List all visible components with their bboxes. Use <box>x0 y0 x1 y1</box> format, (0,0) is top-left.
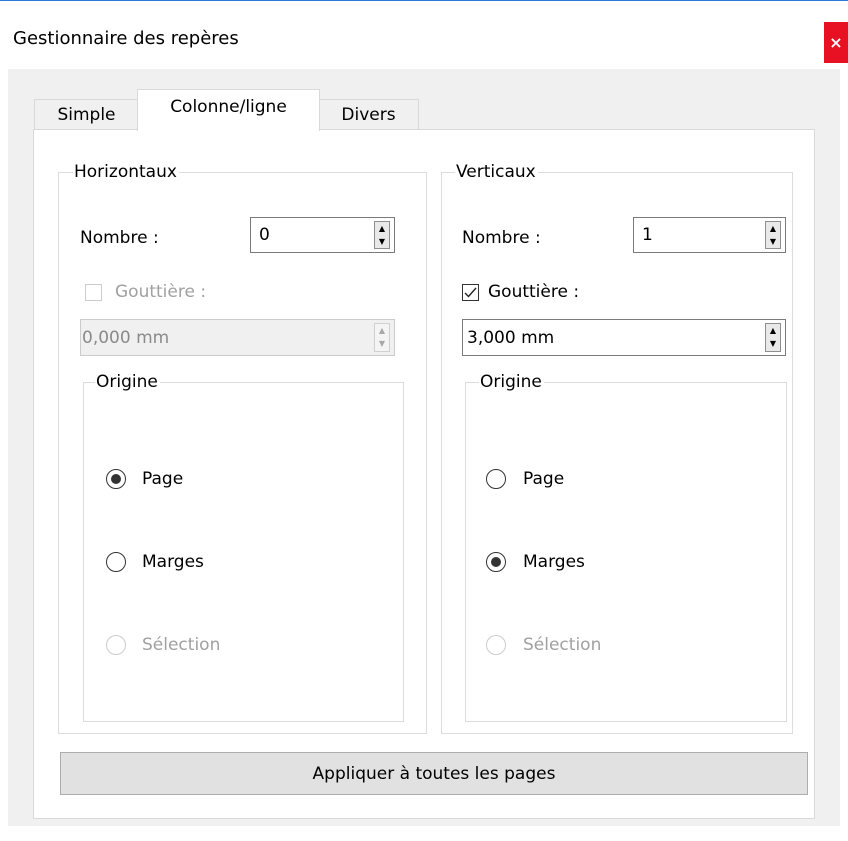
horizontal-count-spinbox[interactable]: 0 ▲ ▼ <box>250 217 395 253</box>
vertical-count-label: Nombre : <box>462 228 541 248</box>
horizontal-origin-page-label: Page <box>142 469 184 489</box>
dialog-window: Gestionnaire des repères × Simple Colonn… <box>0 0 848 841</box>
vertical-origin-page-radio[interactable] <box>486 469 506 489</box>
vertical-origin-marges-radio[interactable] <box>486 552 506 572</box>
horizontal-origin-page-radio[interactable] <box>106 469 126 489</box>
spin-down-icon[interactable]: ▼ <box>766 235 780 248</box>
close-button[interactable]: × <box>824 22 848 63</box>
check-icon <box>464 287 477 298</box>
spin-down-icon[interactable]: ▼ <box>766 338 780 352</box>
tab-colonne-ligne-label: Colonne/ligne <box>170 96 287 117</box>
vertical-gutter-spinbox[interactable]: 3,000 mm ▲ ▼ <box>462 319 786 356</box>
window-title: Gestionnaire des repères <box>13 28 239 49</box>
vertical-count-spin-buttons[interactable]: ▲ ▼ <box>765 221 781 249</box>
vertical-origin-label: Origine <box>479 372 544 392</box>
horizontal-group-label: Horizontaux <box>73 162 179 182</box>
horizontal-gutter-value: 0,000 mm <box>82 327 170 348</box>
spin-down-icon[interactable]: ▼ <box>375 338 389 352</box>
horizontal-group: Horizontaux Nombre : 0 ▲ ▼ Gouttière : 0… <box>58 162 427 734</box>
spin-up-icon[interactable]: ▲ <box>766 222 780 235</box>
horizontal-count-value: 0 <box>259 225 270 245</box>
vertical-gutter-value: 3,000 mm <box>467 327 555 348</box>
horizontal-count-label: Nombre : <box>80 228 159 248</box>
horizontal-gutter-label: Gouttière : <box>115 282 207 302</box>
vertical-origin-page-label: Page <box>523 469 565 489</box>
horizontal-count-spin-buttons[interactable]: ▲ ▼ <box>374 221 390 249</box>
vertical-gutter-spin-buttons[interactable]: ▲ ▼ <box>765 323 781 352</box>
vertical-count-spinbox[interactable]: 1 ▲ ▼ <box>633 217 786 253</box>
tab-panel-colonne-ligne: Horizontaux Nombre : 0 ▲ ▼ Gouttière : 0… <box>33 129 815 819</box>
horizontal-gutter-checkbox[interactable] <box>85 284 102 301</box>
horizontal-origin-group: Origine Page Marges Sélection <box>83 372 404 722</box>
vertical-group-label: Verticaux <box>455 162 538 182</box>
vertical-group: Verticaux Nombre : 1 ▲ ▼ Gouttière : 3,0… <box>441 162 793 734</box>
vertical-origin-selection-radio[interactable] <box>486 635 506 655</box>
radio-selected-dot <box>491 557 501 567</box>
horizontal-origin-marges-label: Marges <box>142 552 204 572</box>
vertical-origin-selection-label: Sélection <box>523 635 602 655</box>
vertical-origin-group: Origine Page Marges Sélection <box>465 372 787 722</box>
horizontal-gutter-spin-buttons[interactable]: ▲ ▼ <box>374 323 390 352</box>
apply-to-all-pages-button[interactable]: Appliquer à toutes les pages <box>60 752 808 795</box>
tab-divers-label: Divers <box>341 105 396 125</box>
horizontal-gutter-spinbox[interactable]: 0,000 mm ▲ ▼ <box>80 319 395 356</box>
tab-simple-label: Simple <box>57 105 116 125</box>
vertical-origin-marges-label: Marges <box>523 552 585 572</box>
vertical-gutter-label: Gouttière : <box>488 282 580 302</box>
horizontal-origin-selection-label: Sélection <box>142 635 221 655</box>
horizontal-origin-selection-radio[interactable] <box>106 635 126 655</box>
tab-simple[interactable]: Simple <box>34 99 139 130</box>
spin-up-icon[interactable]: ▲ <box>375 222 389 235</box>
tab-divers[interactable]: Divers <box>318 99 419 130</box>
horizontal-origin-marges-radio[interactable] <box>106 552 126 572</box>
vertical-count-value: 1 <box>642 225 653 245</box>
spin-up-icon[interactable]: ▲ <box>766 324 780 338</box>
horizontal-origin-label: Origine <box>95 372 160 392</box>
radio-selected-dot <box>111 474 121 484</box>
close-icon: × <box>829 33 843 52</box>
spin-down-icon[interactable]: ▼ <box>375 235 389 248</box>
tab-colonne-ligne[interactable]: Colonne/ligne <box>137 89 320 131</box>
vertical-gutter-checkbox[interactable] <box>462 284 479 301</box>
spin-up-icon[interactable]: ▲ <box>375 324 389 338</box>
apply-to-all-pages-label: Appliquer à toutes les pages <box>312 763 556 784</box>
